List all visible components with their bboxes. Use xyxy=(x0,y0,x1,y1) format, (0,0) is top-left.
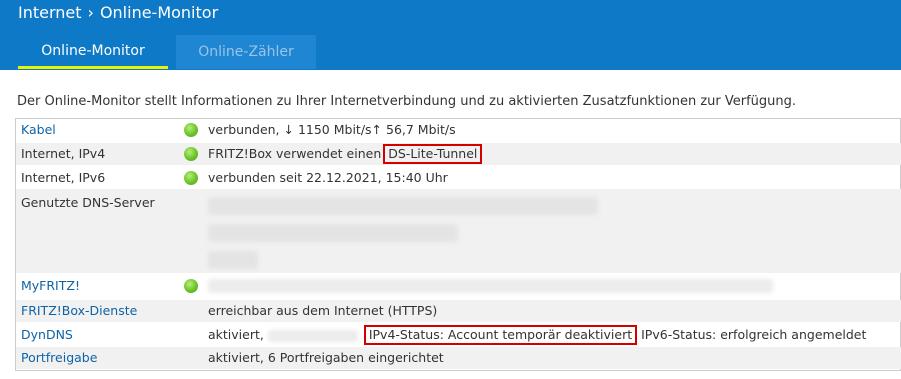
ipv4-status: FRITZ!Box verwendet einen DS-Lite-Tunnel xyxy=(208,143,483,165)
tab-online-zaehler[interactable]: Online-Zähler xyxy=(176,35,316,69)
dyndns-domain-redacted xyxy=(267,329,358,342)
ipv6-status: verbunden seit 22.12.2021, 15:40 Uhr xyxy=(208,170,448,185)
table-row-dienste: FRITZ!Box-Dienste erreichbar aus dem Int… xyxy=(16,300,901,322)
dns-server-redacted xyxy=(208,197,598,215)
portfreigabe-status: aktiviert, 6 Portfreigaben eingerichtet xyxy=(208,350,444,365)
dyndns-link[interactable]: DynDNS xyxy=(21,324,73,346)
kabel-status: verbunden, ↓ 1150 Mbit/s↑ 56,7 Mbit/s xyxy=(208,122,456,137)
table-row-ipv6: Internet, IPv6 verbunden seit 22.12.2021… xyxy=(16,167,901,189)
status-ok-icon xyxy=(184,171,198,185)
status-table: Kabel verbunden, ↓ 1150 Mbit/s↑ 56,7 Mbi… xyxy=(15,118,901,371)
tab-bar: Online-Monitor Online-Zähler xyxy=(18,35,316,69)
portfreigabe-link[interactable]: Portfreigabe xyxy=(21,347,97,369)
dyndns-ipv6-status: IPv6-Status: erfolgreich angemeldet xyxy=(641,327,867,342)
status-ok-icon xyxy=(184,123,198,137)
dyndns-ipv4-highlight: IPv4-Status: Account temporär deaktivier… xyxy=(363,325,638,345)
status-ok-icon xyxy=(184,147,198,161)
table-row-portfreigabe: Portfreigabe aktiviert, 6 Portfreigaben … xyxy=(16,347,901,369)
ipv4-label: Internet, IPv4 xyxy=(21,146,106,161)
breadcrumb-page: Online-Monitor xyxy=(99,3,219,22)
ipv4-status-text: FRITZ!Box verwendet einen xyxy=(208,146,382,161)
myfritz-link[interactable]: MyFRITZ! xyxy=(21,275,80,297)
dns-server-redacted xyxy=(208,251,258,269)
dyndns-status-prefix: aktiviert, xyxy=(208,327,264,342)
table-row-ipv4: Internet, IPv4 FRITZ!Box verwendet einen… xyxy=(16,143,901,165)
status-ok-icon xyxy=(184,279,198,293)
table-row-dyndns: DynDNS aktiviert, IPv4-Status: Account t… xyxy=(16,324,901,346)
tab-online-monitor[interactable]: Online-Monitor xyxy=(18,35,168,69)
table-row-dns: Genutzte DNS-Server xyxy=(16,189,901,273)
fritzbox-dienste-link[interactable]: FRITZ!Box-Dienste xyxy=(21,300,137,322)
ipv6-label: Internet, IPv6 xyxy=(21,170,106,185)
dns-label: Genutzte DNS-Server xyxy=(21,195,155,210)
chevron-right-icon: › xyxy=(87,3,94,22)
intro-text: Der Online-Monitor stellt Informationen … xyxy=(17,94,797,109)
breadcrumb: Internet › Online-Monitor xyxy=(18,4,218,22)
breadcrumb-section[interactable]: Internet xyxy=(18,4,82,22)
kabel-link[interactable]: Kabel xyxy=(21,119,56,141)
dns-server-redacted xyxy=(208,224,458,242)
table-row-myfritz: MyFRITZ! xyxy=(16,275,901,297)
header-bar: Internet › Online-Monitor Online-Monitor… xyxy=(0,0,901,70)
table-row-kabel: Kabel verbunden, ↓ 1150 Mbit/s↑ 56,7 Mbi… xyxy=(16,119,901,141)
dyndns-status: aktiviert, IPv4-Status: Account temporär… xyxy=(208,324,866,346)
dienste-status: erreichbar aus dem Internet (HTTPS) xyxy=(208,303,438,318)
myfritz-address-redacted xyxy=(208,279,773,293)
ipv4-highlight: DS-Lite-Tunnel xyxy=(383,144,483,164)
